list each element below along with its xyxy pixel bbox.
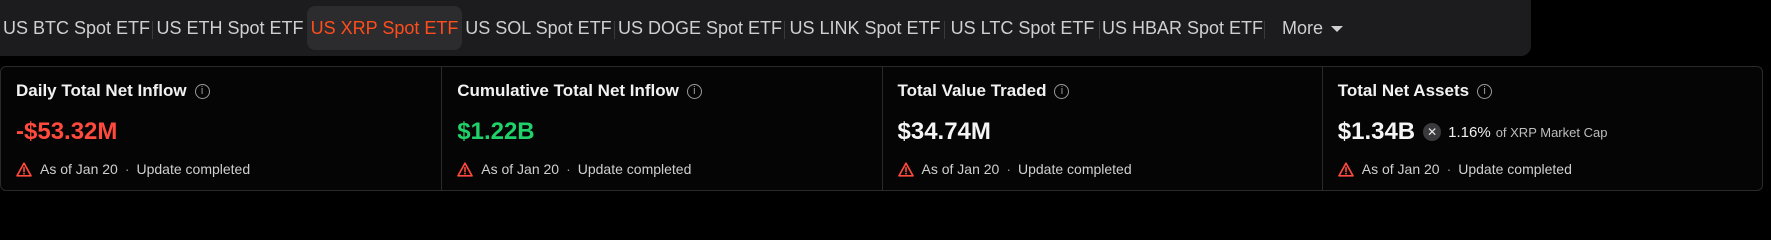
tab-us-btc-spot-etf[interactable]: US BTC Spot ETF [0, 6, 153, 50]
caret-down-icon [1331, 26, 1343, 32]
total-value-traded-value: $34.74M [897, 118, 991, 145]
info-icon[interactable]: i [686, 83, 702, 99]
total-net-assets-value-row: $1.34B ✕ 1.16% of XRP Market Cap [1338, 117, 1762, 147]
more-dropdown-button[interactable]: More [1265, 6, 1360, 50]
info-icon[interactable]: i [194, 83, 210, 99]
separator-dot: · [124, 161, 130, 177]
etf-tabs-bar: US BTC Spot ETF US ETH Spot ETF US XRP S… [0, 0, 1531, 56]
status-row: As of Jan 20 · Update completed [1337, 159, 1762, 179]
status-row: As of Jan 20 · Update completed [457, 159, 881, 179]
tab-us-xrp-spot-etf[interactable]: US XRP Spot ETF [307, 6, 462, 50]
etf-dashboard: US BTC Spot ETF US ETH Spot ETF US XRP S… [0, 0, 1771, 207]
tab-us-doge-spot-etf[interactable]: US DOGE Spot ETF [615, 6, 785, 50]
info-icon[interactable]: i [1477, 83, 1493, 99]
daily-net-inflow-title-row: Daily Total Net Inflow i [16, 79, 441, 103]
card-title: Cumulative Total Net Inflow [457, 81, 679, 100]
card-title: Total Value Traded [897, 81, 1047, 100]
xrp-logo-icon: ✕ [1423, 123, 1442, 141]
card-title: Total Net Assets [1337, 81, 1470, 100]
cumulative-net-inflow-value: $1.22B [457, 118, 535, 145]
tab-us-sol-spot-etf[interactable]: US SOL Spot ETF [462, 6, 615, 50]
total-net-assets-value: $1.34B [1337, 118, 1416, 145]
status-text: Update completed [577, 161, 692, 177]
cumulative-net-inflow-title-row: Cumulative Total Net Inflow i [457, 79, 881, 103]
tab-us-link-spot-etf[interactable]: US LINK Spot ETF [785, 6, 945, 50]
status-date: As of Jan 20 [1361, 161, 1440, 177]
warning-icon [16, 161, 32, 177]
more-label: More [1281, 17, 1323, 38]
total-value-traded-title-row: Total Value Traded i [898, 79, 1322, 103]
warning-icon [897, 161, 914, 177]
info-icon[interactable]: i [1054, 83, 1070, 99]
status-date: As of Jan 20 [40, 161, 118, 177]
total-net-assets-card: Total Net Assets i $1.34B ✕ 1.16% of XRP… [1321, 67, 1762, 190]
daily-net-inflow-card: Daily Total Net Inflow i -$53.32M As of … [1, 67, 441, 190]
status-date: As of Jan 20 [481, 161, 560, 177]
status-row: As of Jan 20 · Update completed [897, 159, 1322, 179]
warning-icon [1337, 161, 1354, 177]
status-text: Update completed [1458, 161, 1572, 177]
cumulative-net-inflow-card: Cumulative Total Net Inflow i $1.22B As … [441, 67, 881, 190]
status-text: Update completed [1018, 161, 1132, 177]
status-row: As of Jan 20 · Update completed [16, 159, 441, 179]
market-cap-percent: 1.16% [1448, 123, 1491, 141]
status-text: Update completed [136, 161, 251, 177]
market-cap-label: of XRP Market Cap [1495, 124, 1608, 140]
card-title: Daily Total Net Inflow [16, 81, 187, 100]
tab-us-ltc-spot-etf[interactable]: US LTC Spot ETF [945, 6, 1100, 50]
warning-icon [457, 161, 474, 177]
tab-us-eth-spot-etf[interactable]: US ETH Spot ETF [153, 6, 307, 50]
total-net-assets-title-row: Total Net Assets i [1338, 79, 1762, 103]
total-value-traded-card: Total Value Traded i $34.74M As of Jan 2… [881, 67, 1322, 190]
status-date: As of Jan 20 [921, 161, 1000, 177]
separator-dot: · [1006, 161, 1011, 177]
tab-us-hbar-spot-etf[interactable]: US HBAR Spot ETF [1100, 6, 1265, 50]
etf-stats-panel: Daily Total Net Inflow i -$53.32M As of … [0, 66, 1763, 191]
separator-dot: · [1446, 161, 1452, 177]
separator-dot: · [566, 161, 571, 177]
daily-net-inflow-value: -$53.32M [16, 118, 118, 145]
